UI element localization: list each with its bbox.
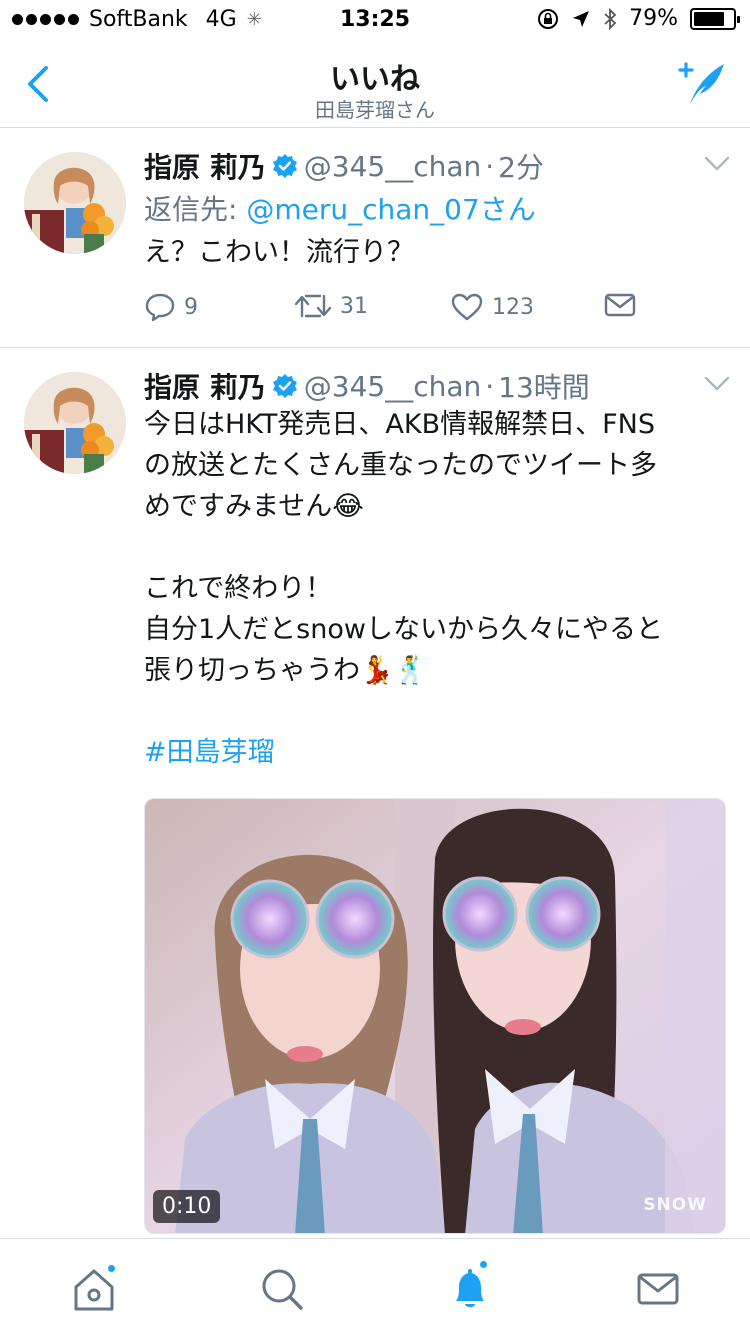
home-notification-dot <box>106 1263 117 1274</box>
avatar[interactable] <box>24 372 126 474</box>
tweet-text-line: これで終わり！ <box>144 573 333 604</box>
tweet[interactable]: 指原 莉乃 @345__chan · 2分 返信先: @meru_chan_07… <box>0 128 750 348</box>
display-name[interactable]: 指原 莉乃 <box>144 366 266 406</box>
avatar-image <box>24 372 126 474</box>
retweet-icon <box>294 294 332 318</box>
video-frame <box>145 799 725 1233</box>
battery-fill <box>694 11 725 26</box>
like-count: 123 <box>492 294 534 320</box>
compose-tweet-icon <box>678 62 724 104</box>
heart-icon <box>451 293 483 321</box>
tab-bar <box>0 1238 750 1334</box>
tweet-text-line: え？こわい！流行り？ <box>144 237 414 268</box>
tweet-header: 指原 莉乃 @345__chan · 13時間 <box>144 366 690 406</box>
like-button[interactable]: 123 <box>450 292 534 322</box>
tweet-text-line: の放送とたくさん重なったのでツイート多 <box>144 450 657 481</box>
retweet-count: 31 <box>340 293 368 319</box>
status-right: 79% <box>537 6 740 31</box>
verified-badge-icon <box>272 374 297 398</box>
tweet-text-line <box>144 691 724 732</box>
tweet-text-line: 自分1人だとsnowしないから久々にやると <box>144 614 663 645</box>
notifications-bell-icon <box>456 1269 484 1307</box>
handle: @345__chan <box>303 369 482 403</box>
tab-home[interactable] <box>66 1261 122 1317</box>
verified-badge-icon <box>272 154 297 178</box>
tweet-actions: 9 31 123 <box>144 292 644 332</box>
direct-message-button[interactable] <box>604 292 636 318</box>
handle: @345__chan <box>303 149 482 183</box>
navigation-bar: いいね 田島芽瑠さん <box>0 40 750 128</box>
timestamp: 13時間 <box>498 371 590 404</box>
reply-to-label: 返信先: <box>144 193 238 226</box>
battery-icon <box>690 7 740 30</box>
page-title: いいね <box>330 62 420 97</box>
tweet-text-line: 張り切っちゃうわ💃🕺 <box>144 655 428 686</box>
video-duration-badge: 0:10 <box>153 1190 221 1223</box>
tab-messages[interactable] <box>630 1261 686 1317</box>
tweet[interactable]: 指原 莉乃 @345__chan · 13時間 今日はHKT発売日、AKB情報解… <box>0 348 750 1238</box>
separator-dot: · <box>485 149 495 183</box>
tweet-text-line: 今日はHKT発売日、AKB情報解禁日、FNS <box>144 409 655 440</box>
hashtag-link[interactable]: #田島芽瑠 <box>144 732 724 773</box>
envelope-icon <box>604 293 636 317</box>
separator-dot: · <box>485 369 495 403</box>
tweet-text-line <box>144 527 724 568</box>
reply-icon <box>145 293 175 322</box>
snow-watermark: SNOW <box>643 1195 707 1215</box>
tweet-header: 指原 莉乃 @345__chan · 2分 <box>144 146 690 186</box>
messages-icon <box>637 1273 679 1305</box>
reply-to: 返信先: @meru_chan_07さん <box>144 188 536 228</box>
tweet-text-line: めですみません😂 <box>144 491 364 522</box>
display-name[interactable]: 指原 莉乃 <box>144 146 266 186</box>
tweet-text: 今日はHKT発売日、AKB情報解禁日、FNS の放送とたくさん重なったのでツイー… <box>144 404 724 773</box>
notifications-dot <box>478 1259 489 1270</box>
chevron-down-icon[interactable] <box>704 156 730 172</box>
reply-to-mention[interactable]: @meru_chan_07さん <box>246 193 535 226</box>
reply-button[interactable]: 9 <box>144 292 198 322</box>
video-thumbnail[interactable]: 0:10 SNOW <box>144 798 726 1234</box>
bluetooth-icon <box>604 7 617 30</box>
location-arrow-icon <box>573 10 590 27</box>
search-icon <box>262 1269 303 1310</box>
timestamp: 2分 <box>498 151 544 184</box>
compose-tweet-button[interactable] <box>676 58 728 110</box>
chevron-down-icon[interactable] <box>704 376 730 392</box>
tab-notifications[interactable] <box>442 1259 498 1317</box>
avatar[interactable] <box>24 152 126 254</box>
avatar-image <box>24 152 126 254</box>
tweet-text: え？こわい！流行り？ <box>144 232 414 273</box>
reply-count: 9 <box>184 294 198 320</box>
orientation-lock-icon <box>538 8 559 29</box>
tab-search[interactable] <box>254 1261 310 1317</box>
page-subtitle: 田島芽瑠さん <box>315 98 435 122</box>
battery-percent: 79% <box>629 6 678 31</box>
status-bar: SoftBank 4G ✳ 13:25 79% <box>0 0 750 40</box>
retweet-button[interactable]: 31 <box>294 292 368 320</box>
